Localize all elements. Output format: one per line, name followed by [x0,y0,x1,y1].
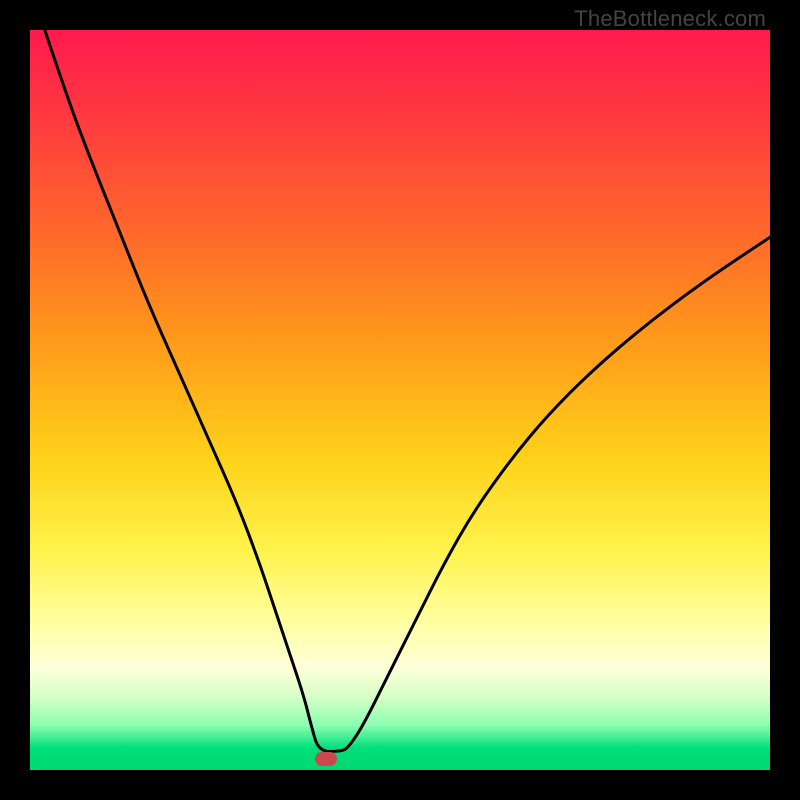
curve-svg [30,30,770,770]
watermark-text: TheBottleneck.com [574,6,766,32]
bottleneck-curve [45,30,770,752]
plot-area [30,30,770,770]
optimal-marker [315,752,337,766]
chart-frame: TheBottleneck.com [0,0,800,800]
